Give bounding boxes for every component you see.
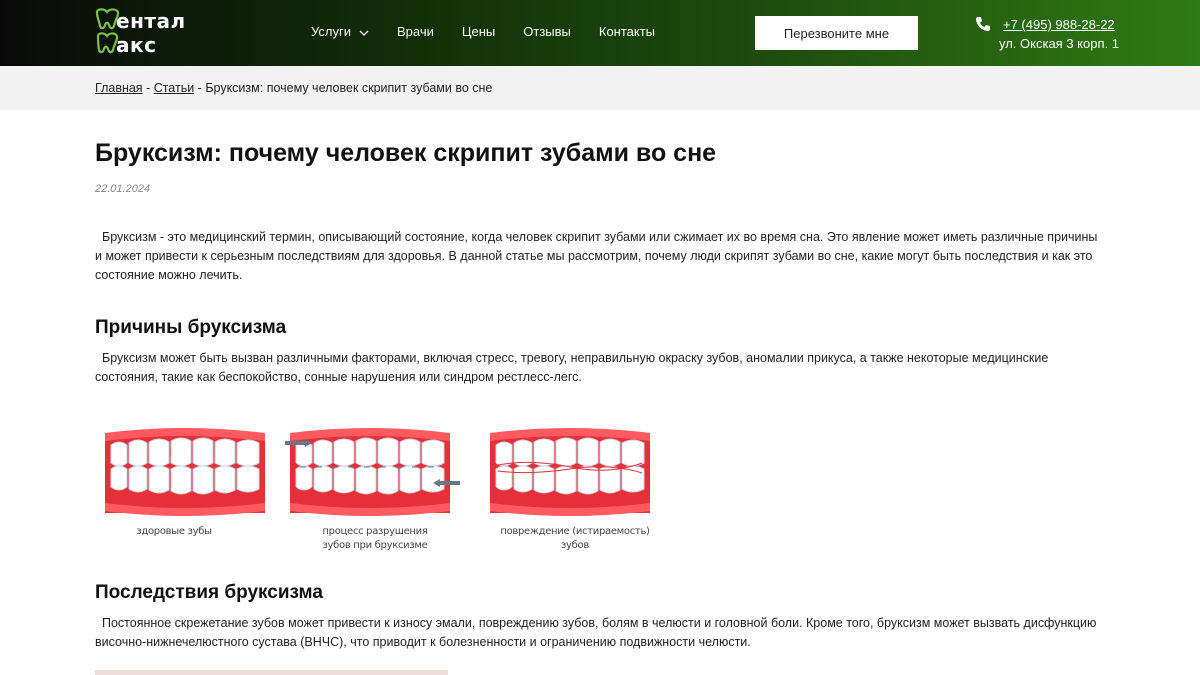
caption-healthy: здоровые зубы (136, 526, 212, 537)
nav-item-prices[interactable]: Цены (462, 24, 495, 39)
breadcrumb-current: Бруксизм: почему человек скрипит зубами … (205, 81, 493, 95)
breadcrumb-home-link[interactable]: Главная (95, 81, 143, 95)
breadcrumb: Главная - Статьи - Бруксизм: почему чело… (95, 81, 492, 95)
site-header: ентал акс Услуги Врачи Цены Отзывы Конта… (0, 0, 1200, 66)
chevron-down-icon (359, 24, 369, 39)
intro-paragraph: Бруксизм - это медицинский термин, описы… (95, 230, 1098, 282)
breadcrumb-separator: - (142, 81, 154, 95)
logo-text-bottom: акс (116, 33, 157, 57)
nav-item-reviews[interactable]: Отзывы (523, 24, 571, 39)
caption-process-line2: зубов при бруксизме (322, 540, 428, 551)
caption-damage: повреждение (истираемость) зубов (500, 526, 650, 551)
nav-item-contacts[interactable]: Контакты (599, 24, 655, 39)
consequences-paragraph: Постоянное скрежетание зубов может приве… (95, 616, 1097, 649)
page-title: Бруксизм: почему человек скрипит зубами … (95, 139, 717, 167)
logo-text-top: ентал (116, 9, 186, 33)
nav-item-doctors[interactable]: Врачи (397, 24, 434, 39)
consequences-heading: Последствия бруксизма (95, 582, 323, 603)
phone-icon (975, 16, 991, 32)
phone-link[interactable]: +7 (495) 988-28-22 (1003, 17, 1115, 32)
bruxism-illustration: здоровые зубы процесс разрушения зубов п… (100, 415, 660, 560)
article-date: 22.01.2024 (95, 183, 151, 195)
main-nav: Услуги Врачи Цены Отзывы Контакты (311, 24, 683, 39)
nav-item-services[interactable]: Услуги (311, 24, 369, 39)
caption-process-line1: процесс разрушения (322, 526, 428, 537)
next-image-edge (95, 670, 448, 675)
causes-heading: Причины бруксизма (95, 317, 287, 338)
address-text: ул. Окская 3 корп. 1 (999, 36, 1119, 51)
breadcrumb-separator: - (194, 81, 206, 95)
breadcrumb-articles-link[interactable]: Статьи (154, 81, 195, 95)
causes-paragraph: Бруксизм может быть вызван различными фа… (95, 351, 1049, 384)
caption-process: процесс разрушения зубов при бруксизме (290, 525, 460, 553)
callback-button[interactable]: Перезвоните мне (755, 16, 918, 50)
logo[interactable]: ентал акс (94, 8, 214, 58)
nav-item-label: Услуги (311, 24, 351, 39)
